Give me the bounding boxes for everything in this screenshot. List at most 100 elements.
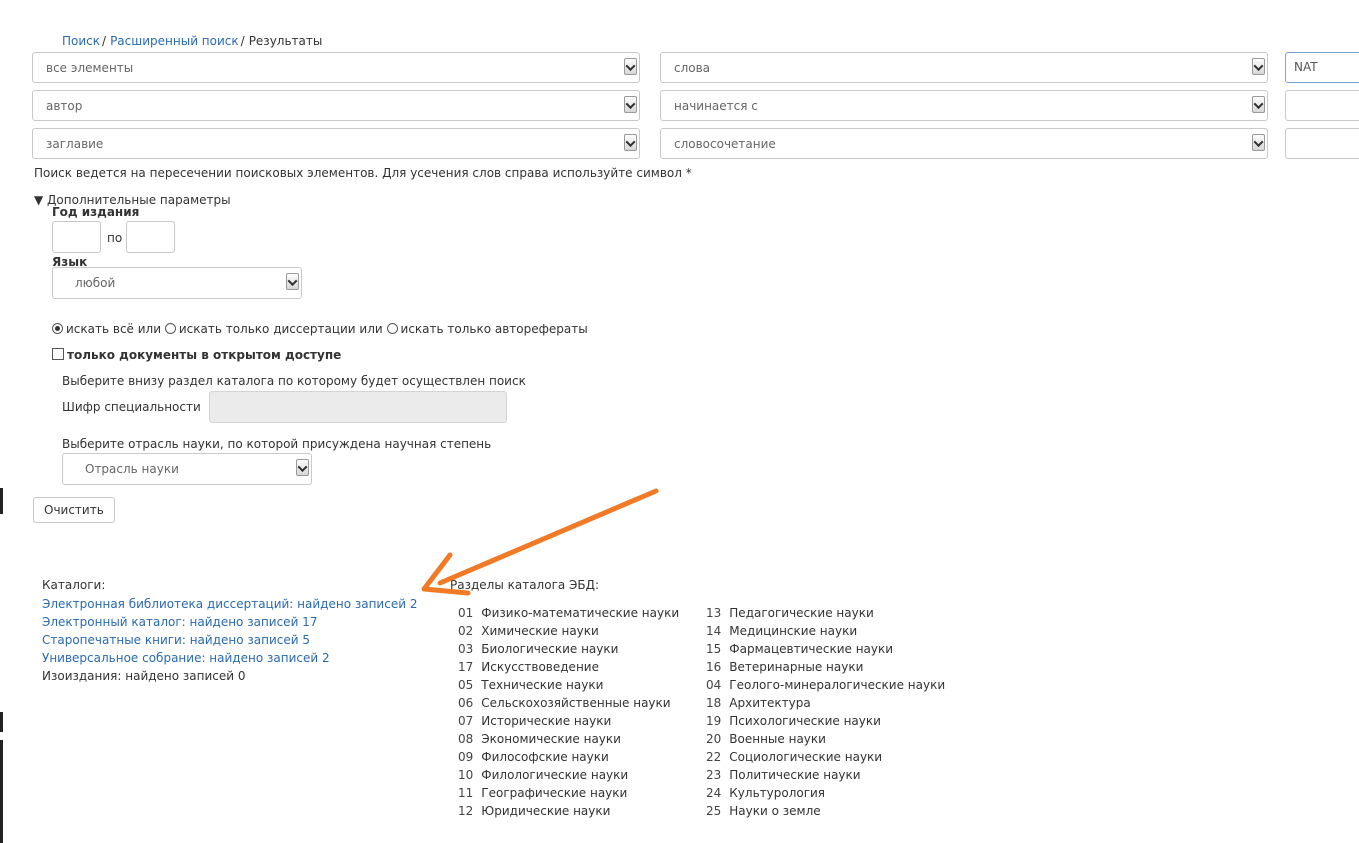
section-item[interactable]: 07 Исторические науки: [458, 712, 611, 730]
section-name: Ветеринарные науки: [729, 660, 864, 674]
section-item[interactable]: 17 Искусствоведение: [458, 658, 599, 676]
catalog-link-old-print[interactable]: Старопечатные книги: найдено записей 5: [42, 631, 417, 649]
section-code: 02: [458, 624, 474, 638]
section-item[interactable]: 15 Фармацевтические науки: [706, 640, 893, 658]
breadcrumb-advanced-link[interactable]: Расширенный поиск: [110, 34, 239, 48]
field-select-3[interactable]: заглавие: [32, 128, 640, 159]
search-scope-group: искать всё или искать только диссертации…: [52, 322, 588, 336]
catalog-link-electronic[interactable]: Электронный каталог: найдено записей 17: [42, 613, 417, 631]
specialty-label: Шифр специальности: [62, 400, 201, 414]
section-item[interactable]: 24 Культурология: [706, 784, 825, 802]
open-access-label: только документы в открытом доступе: [67, 348, 342, 362]
section-item[interactable]: 16 Ветеринарные науки: [706, 658, 863, 676]
chevron-down-icon[interactable]: [624, 58, 637, 75]
section-item[interactable]: 19 Психологические науки: [706, 712, 881, 730]
section-item[interactable]: 03 Биологические науки: [458, 640, 618, 658]
branch-select[interactable]: Отрасль науки: [62, 453, 312, 485]
section-code: 07: [458, 714, 474, 728]
section-name: Архитектура: [729, 696, 811, 710]
catalogs-list: Электронная библиотека диссертаций: найд…: [42, 595, 417, 685]
section-item[interactable]: 22 Социологические науки: [706, 748, 882, 766]
section-item[interactable]: 14 Медицинские науки: [706, 622, 857, 640]
language-select[interactable]: любой: [52, 267, 302, 299]
section-code: 14: [706, 624, 722, 638]
section-name: Медицинские науки: [729, 624, 858, 638]
section-item[interactable]: 06 Сельскохозяйственные науки: [458, 694, 671, 712]
language-select-value: любой: [75, 276, 116, 290]
section-item[interactable]: 09 Философские науки: [458, 748, 609, 766]
query-input-value: NAT: [1294, 60, 1318, 74]
breadcrumb-search-link[interactable]: Поиск: [62, 34, 100, 48]
field-select-2[interactable]: автор: [32, 90, 640, 121]
branch-select-value: Отрасль науки: [85, 462, 179, 476]
section-name: Географические науки: [481, 786, 628, 800]
breadcrumb: Поиск / Расширенный поиск / Результаты: [62, 34, 322, 48]
branch-prompt: Выберите отрасль науки, по которой прису…: [62, 437, 492, 451]
field-select-value: все элементы: [46, 61, 134, 75]
radio-dissertations[interactable]: [164, 323, 176, 334]
section-name: Исторические науки: [481, 714, 612, 728]
section-item[interactable]: 05 Технические науки: [458, 676, 603, 694]
window-edge-mark: [0, 740, 3, 843]
section-name: Педагогические науки: [729, 606, 874, 620]
radio-dissertations-label: искать только диссертации или: [178, 322, 383, 336]
mode-select-value: начинается с: [674, 99, 758, 113]
section-item[interactable]: 20 Военные науки: [706, 730, 826, 748]
catalog-item-images: Изоиздания: найдено записей 0: [42, 669, 246, 683]
section-code: 12: [458, 804, 474, 818]
chevron-down-icon[interactable]: [286, 273, 299, 290]
section-item[interactable]: 04 Геолого-минералогические науки: [706, 676, 945, 694]
section-item[interactable]: 11 Географические науки: [458, 784, 627, 802]
section-code: 17: [458, 660, 474, 674]
year-to-input[interactable]: [126, 221, 175, 253]
section-name: Физико-математические науки: [481, 606, 680, 620]
chevron-down-icon[interactable]: [1252, 134, 1265, 151]
section-item[interactable]: 10 Филологические науки: [458, 766, 628, 784]
section-name: Науки о земле: [729, 804, 821, 818]
section-item[interactable]: 18 Архитектура: [706, 694, 811, 712]
radio-abstracts[interactable]: [386, 323, 398, 334]
section-code: 20: [706, 732, 722, 746]
annotation-arrow-icon: [421, 488, 659, 596]
catalogs-title: Каталоги:: [42, 578, 106, 592]
section-name: Филологические науки: [481, 768, 629, 782]
section-name: Философские науки: [481, 750, 609, 764]
window-edge-mark: [0, 488, 3, 514]
chevron-down-icon[interactable]: [1252, 96, 1265, 113]
section-name: Юридические науки: [481, 804, 611, 818]
query-input-2[interactable]: [1285, 90, 1359, 121]
section-code: 13: [706, 606, 722, 620]
section-code: 04: [706, 678, 722, 692]
section-item[interactable]: 02 Химические науки: [458, 622, 599, 640]
chevron-down-icon[interactable]: [1252, 58, 1265, 75]
chevron-down-icon[interactable]: [624, 134, 637, 151]
field-select-value: заглавие: [46, 137, 104, 151]
mode-select-value: слова: [674, 61, 711, 75]
chevron-down-icon[interactable]: [296, 459, 309, 476]
section-name: Искусствоведение: [481, 660, 599, 674]
mode-select-1[interactable]: слова: [660, 52, 1268, 83]
clear-button[interactable]: Очистить: [33, 497, 115, 523]
mode-select-2[interactable]: начинается с: [660, 90, 1268, 121]
section-item[interactable]: 12 Юридические науки: [458, 802, 610, 820]
radio-all[interactable]: [52, 323, 63, 334]
chevron-down-icon[interactable]: [624, 96, 637, 113]
section-item[interactable]: 13 Педагогические науки: [706, 604, 874, 622]
section-code: 19: [706, 714, 722, 728]
field-select-1[interactable]: все элементы: [32, 52, 640, 83]
section-name: Фармацевтические науки: [729, 642, 894, 656]
section-code: 22: [706, 750, 722, 764]
section-item[interactable]: 23 Политические науки: [706, 766, 861, 784]
year-from-input[interactable]: [52, 221, 101, 253]
section-item[interactable]: 08 Экономические науки: [458, 730, 621, 748]
open-access-option: только документы в открытом доступе: [52, 348, 341, 362]
catalog-link-universal[interactable]: Универсальное собрание: найдено записей …: [42, 649, 417, 667]
section-item[interactable]: 25 Науки о земле: [706, 802, 821, 820]
catalog-link-dissertations[interactable]: Электронная библиотека диссертаций: найд…: [42, 595, 417, 613]
open-access-checkbox[interactable]: [52, 348, 64, 360]
section-item[interactable]: 01 Физико-математические науки: [458, 604, 679, 622]
query-input-3[interactable]: [1285, 128, 1359, 159]
query-input-1[interactable]: NAT: [1285, 52, 1359, 83]
radio-all-label: искать всё или: [66, 322, 162, 336]
mode-select-3[interactable]: словосочетание: [660, 128, 1268, 159]
